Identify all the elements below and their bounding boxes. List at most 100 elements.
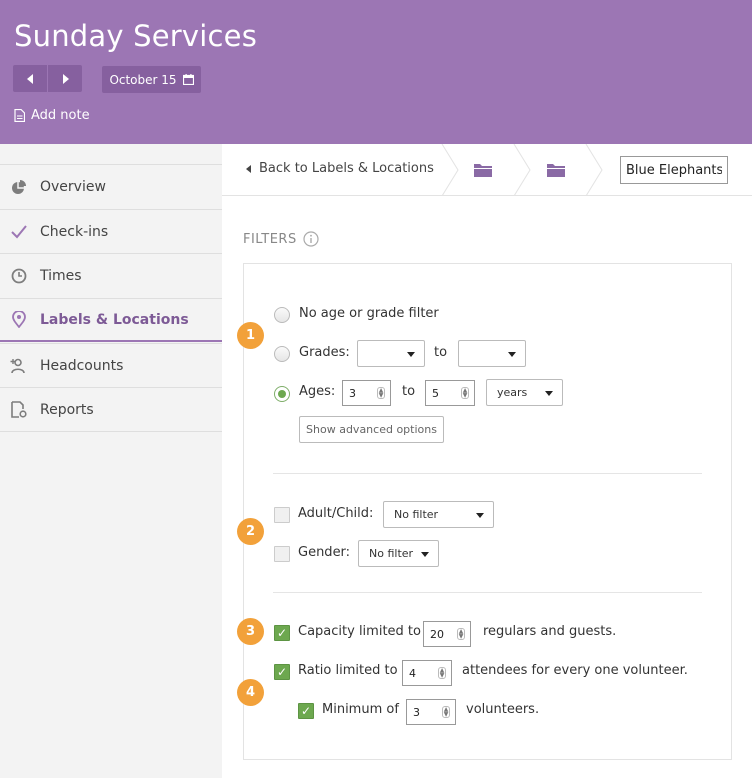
folder-icon[interactable] <box>547 163 565 177</box>
sidebar-item-times[interactable]: Times <box>0 253 222 297</box>
minimum-prefix: Minimum of <box>322 702 399 717</box>
sidebar-item-label: Headcounts <box>40 357 124 374</box>
clock-icon <box>9 268 29 284</box>
sidebar-item-overview[interactable]: Overview <box>0 164 222 208</box>
back-link[interactable]: Back to Labels & Locations <box>246 161 434 176</box>
capacity-value: 20 <box>430 627 444 641</box>
gender-value: No filter <box>369 547 414 560</box>
folder-icon[interactable] <box>474 163 492 177</box>
add-person-icon <box>9 358 29 374</box>
sidebar: Overview Check-ins Times Labels & Locati… <box>0 144 222 778</box>
adult-child-value: No filter <box>394 508 439 521</box>
minimum-input[interactable]: 3 ▲ ▼ <box>406 699 456 725</box>
ages-to-label: to <box>402 384 416 399</box>
back-link-label: Back to Labels & Locations <box>259 161 434 176</box>
checkmark-icon: ✓ <box>300 704 312 718</box>
grades-to-select[interactable] <box>458 340 526 367</box>
ages-unit-value: years <box>497 386 528 399</box>
capacity-checkbox[interactable]: ✓ <box>274 625 290 641</box>
stepper-icon[interactable]: ▲ ▼ <box>442 706 450 718</box>
ages-to-value: 5 <box>432 386 439 400</box>
step-badge: 1 <box>237 322 264 349</box>
breadcrumb-separator <box>513 144 531 196</box>
caret-right-icon <box>62 73 69 84</box>
caret-left-icon <box>246 164 251 173</box>
sidebar-item-check-ins[interactable]: Check-ins <box>0 209 222 253</box>
ages-from-value: 3 <box>349 386 356 400</box>
ages-from-input[interactable]: 3 ▲ ▼ <box>342 380 391 406</box>
show-advanced-options-button[interactable]: Show advanced options <box>299 416 444 443</box>
checkmark-icon: ✓ <box>276 665 288 679</box>
sidebar-item-label: Labels & Locations <box>40 311 189 328</box>
adult-child-select[interactable]: No filter <box>383 501 494 528</box>
ages-radio[interactable] <box>274 386 290 402</box>
step-badge: 3 <box>237 618 264 645</box>
report-settings-icon <box>9 401 29 418</box>
sidebar-item-labels-locations[interactable]: Labels & Locations <box>0 298 222 342</box>
pie-chart-icon <box>9 179 29 195</box>
date-picker-button[interactable]: October 15 <box>102 66 201 93</box>
minimum-value: 3 <box>413 705 420 719</box>
ratio-input[interactable]: 4 ▲ ▼ <box>402 660 452 686</box>
stepper-icon[interactable]: ▲ ▼ <box>457 628 465 640</box>
stepper-icon[interactable]: ▲ ▼ <box>377 387 385 399</box>
checkmark-icon <box>9 224 29 239</box>
previous-date-button[interactable] <box>13 65 47 92</box>
sidebar-item-label: Overview <box>40 178 106 195</box>
ratio-value: 4 <box>409 666 416 680</box>
ages-label: Ages: <box>299 384 336 399</box>
grades-from-select[interactable] <box>357 340 425 367</box>
ratio-checkbox[interactable]: ✓ <box>274 664 290 680</box>
map-pin-icon <box>9 311 29 328</box>
caret-left-icon <box>26 73 33 84</box>
checkmark-icon: ✓ <box>276 626 288 640</box>
location-name-input[interactable] <box>620 156 728 184</box>
capacity-input[interactable]: 20 ▲ ▼ <box>423 621 471 647</box>
caret-down-icon <box>421 552 429 557</box>
sidebar-item-headcounts[interactable]: Headcounts <box>0 343 222 387</box>
step-badge: 2 <box>237 518 264 545</box>
calendar-icon <box>182 74 194 85</box>
caret-down-icon <box>508 352 516 357</box>
caret-down-icon <box>476 513 484 518</box>
gender-select[interactable]: No filter <box>358 540 439 567</box>
breadcrumb: Back to Labels & Locations <box>222 144 752 196</box>
caret-down-icon <box>407 352 415 357</box>
ratio-prefix: Ratio limited to <box>298 663 398 678</box>
ages-to-input[interactable]: 5 ▲ ▼ <box>425 380 475 406</box>
sidebar-item-label: Check-ins <box>40 223 109 240</box>
filters-heading: FILTERS <box>243 231 319 247</box>
date-label: October 15 <box>109 72 177 87</box>
note-icon <box>14 109 25 122</box>
adult-child-label: Adult/Child: <box>298 506 374 521</box>
sidebar-divider <box>0 431 222 432</box>
grades-radio[interactable] <box>274 346 290 362</box>
stepper-icon[interactable]: ▲ ▼ <box>461 387 469 399</box>
minimum-checkbox[interactable]: ✓ <box>298 703 314 719</box>
capacity-suffix: regulars and guests. <box>483 624 617 639</box>
ratio-suffix: attendees for every one volunteer. <box>462 663 688 678</box>
step-badge: 4 <box>237 679 264 706</box>
page-title: Sunday Services <box>14 19 258 53</box>
minimum-suffix: volunteers. <box>466 702 540 717</box>
gender-checkbox[interactable] <box>274 546 290 562</box>
sidebar-item-reports[interactable]: Reports <box>0 387 222 431</box>
add-note-button[interactable]: Add note <box>14 108 90 123</box>
no-filter-radio[interactable] <box>274 307 290 323</box>
breadcrumb-separator <box>585 144 603 196</box>
capacity-prefix: Capacity limited to <box>298 624 421 639</box>
stepper-icon[interactable]: ▲ ▼ <box>438 667 446 679</box>
gender-label: Gender: <box>298 545 351 560</box>
info-icon[interactable] <box>303 231 319 247</box>
caret-down-icon <box>545 391 553 396</box>
filters-heading-text: FILTERS <box>243 231 297 247</box>
no-filter-label: No age or grade filter <box>299 306 439 321</box>
sidebar-item-label: Reports <box>40 401 94 418</box>
add-note-label: Add note <box>31 108 90 123</box>
breadcrumb-separator <box>441 144 459 196</box>
next-date-button[interactable] <box>48 65 82 92</box>
section-divider <box>273 592 702 593</box>
section-divider <box>273 473 702 474</box>
adult-child-checkbox[interactable] <box>274 507 290 523</box>
ages-unit-select[interactable]: years <box>486 379 563 406</box>
